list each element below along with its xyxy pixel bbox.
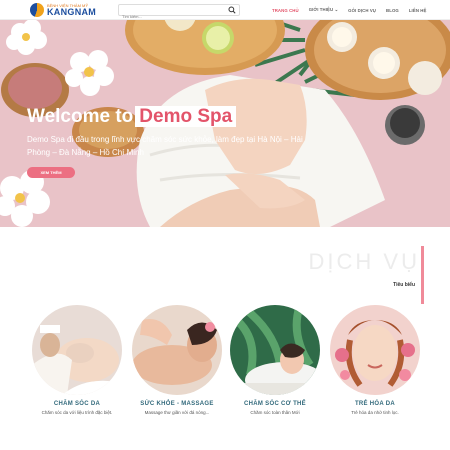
site-header: BỆNH VIỆN THẨM MỸ KANGNAM TRANG CHỦ GIỚI…	[0, 0, 450, 22]
hero-slider: Welcome to Demo Spa Demo Spa đi đầu trong…	[0, 20, 450, 227]
services-subtitle: Tiêu biểu	[393, 282, 415, 288]
nav-item-contact[interactable]: LIÊN HỆ	[409, 8, 427, 13]
main-nav: TRANG CHỦ GIỚI THIỆU ⌄ GÓI DỊCH VỤ BLOG …	[272, 0, 426, 20]
hero-description: Demo Spa đi đầu trong lĩnh vực chăm sóc …	[27, 135, 303, 157]
learn-more-button[interactable]: XEM THÊM	[27, 167, 75, 178]
nav-item-home[interactable]: TRANG CHỦ	[272, 8, 299, 13]
service-name[interactable]: CHĂM SÓC DA	[31, 401, 123, 407]
service-card-body-care[interactable]: CHĂM SÓC CƠ THỂ Chăm sóc toàn thân Mới	[229, 305, 321, 415]
service-desc: Trẻ hóa da nhờ tinh lọc.	[351, 410, 399, 415]
hero-title: Welcome to Demo Spa	[27, 106, 237, 128]
nav-item-about[interactable]: GIỚI THIỆU ⌄	[309, 7, 338, 13]
service-image-skin-care[interactable]	[32, 305, 122, 395]
site-logo[interactable]: BỆNH VIỆN THẨM MỸ KANGNAM	[30, 1, 102, 19]
service-image-rejuvenation[interactable]	[330, 305, 420, 395]
hero-title-text: Welcome to	[27, 106, 134, 127]
nav-item-packages[interactable]: GÓI DỊCH VỤ	[348, 8, 376, 13]
logo-mark-icon	[30, 3, 44, 17]
service-name[interactable]: SỨC KHỎE - MASSAGE	[131, 401, 223, 407]
service-image-body-care[interactable]	[230, 305, 320, 395]
service-name[interactable]: CHĂM SÓC CƠ THỂ	[229, 401, 321, 407]
service-desc: Massage thư giãn với đá nóng...	[144, 410, 210, 415]
services-title: DỊCH VỤ	[308, 249, 420, 274]
search-box	[118, 4, 240, 22]
service-desc: Chăm sóc toàn thân Mới	[250, 410, 300, 415]
search-icon[interactable]	[228, 6, 236, 14]
service-card-rejuvenation[interactable]: TRẺ HÓA DA Trẻ hóa da nhờ tinh lọc.	[329, 305, 421, 415]
service-card-skin-care[interactable]: CHĂM SÓC DA Chăm sóc da với liệu trình đ…	[31, 305, 123, 415]
services-accent-bar	[421, 246, 424, 304]
service-image-massage[interactable]	[132, 305, 222, 395]
logo-wordmark: KANGNAM	[47, 6, 97, 17]
search-input[interactable]	[119, 11, 224, 22]
service-card-massage[interactable]: SỨC KHỎE - MASSAGE Massage thư giãn với …	[131, 305, 223, 415]
nav-item-blog[interactable]: BLOG	[386, 8, 399, 13]
service-desc: Chăm sóc da với liệu trình đặc biệt.	[41, 410, 113, 415]
service-name[interactable]: TRẺ HÓA DA	[329, 401, 421, 407]
hero-title-highlight: Demo Spa	[135, 106, 237, 127]
